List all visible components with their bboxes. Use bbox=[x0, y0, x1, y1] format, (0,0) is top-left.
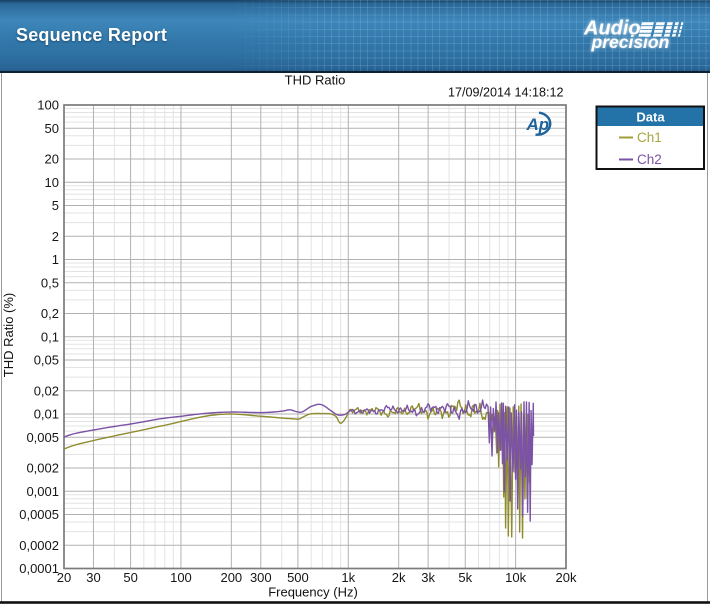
svg-text:THD Ratio (%): THD Ratio (%) bbox=[1, 293, 16, 378]
svg-text:THD Ratio: THD Ratio bbox=[285, 73, 346, 88]
svg-text:2k: 2k bbox=[392, 570, 406, 585]
svg-text:17/09/2014 14:18:12: 17/09/2014 14:18:12 bbox=[448, 86, 564, 100]
svg-text:1: 1 bbox=[52, 252, 59, 267]
svg-text:300: 300 bbox=[250, 570, 272, 585]
svg-text:100: 100 bbox=[37, 98, 59, 113]
svg-text:500: 500 bbox=[287, 570, 309, 585]
svg-text:20: 20 bbox=[45, 152, 59, 167]
svg-text:30: 30 bbox=[86, 570, 100, 585]
svg-text:5k: 5k bbox=[458, 570, 472, 585]
svg-text:0,0005: 0,0005 bbox=[19, 507, 59, 522]
svg-text:20: 20 bbox=[57, 570, 71, 585]
svg-text:10k: 10k bbox=[505, 570, 526, 585]
svg-text:0,005: 0,005 bbox=[26, 430, 59, 445]
svg-text:0,1: 0,1 bbox=[41, 329, 59, 344]
svg-text:200: 200 bbox=[220, 570, 242, 585]
svg-text:Frequency (Hz): Frequency (Hz) bbox=[268, 585, 358, 600]
svg-text:2: 2 bbox=[52, 229, 59, 244]
svg-text:50: 50 bbox=[123, 570, 137, 585]
svg-text:1k: 1k bbox=[341, 570, 355, 585]
svg-text:100: 100 bbox=[170, 570, 192, 585]
svg-text:Data: Data bbox=[636, 110, 665, 125]
svg-text:0,02: 0,02 bbox=[34, 383, 59, 398]
svg-text:10: 10 bbox=[45, 175, 59, 190]
svg-text:0,0002: 0,0002 bbox=[19, 538, 59, 553]
svg-text:0,5: 0,5 bbox=[41, 275, 59, 290]
svg-text:0,01: 0,01 bbox=[34, 407, 59, 422]
svg-text:0,2: 0,2 bbox=[41, 306, 59, 321]
svg-text:Ch2: Ch2 bbox=[637, 152, 662, 167]
svg-text:Ap: Ap bbox=[526, 115, 550, 134]
svg-text:50: 50 bbox=[45, 121, 59, 136]
svg-text:Ch1: Ch1 bbox=[637, 130, 662, 145]
svg-text:0,05: 0,05 bbox=[34, 353, 59, 368]
svg-text:3k: 3k bbox=[421, 570, 435, 585]
svg-text:0,002: 0,002 bbox=[26, 461, 59, 476]
svg-text:5: 5 bbox=[52, 198, 59, 213]
svg-text:20k: 20k bbox=[556, 570, 577, 585]
svg-text:0,001: 0,001 bbox=[26, 484, 59, 499]
svg-text:0,0001: 0,0001 bbox=[19, 561, 59, 576]
